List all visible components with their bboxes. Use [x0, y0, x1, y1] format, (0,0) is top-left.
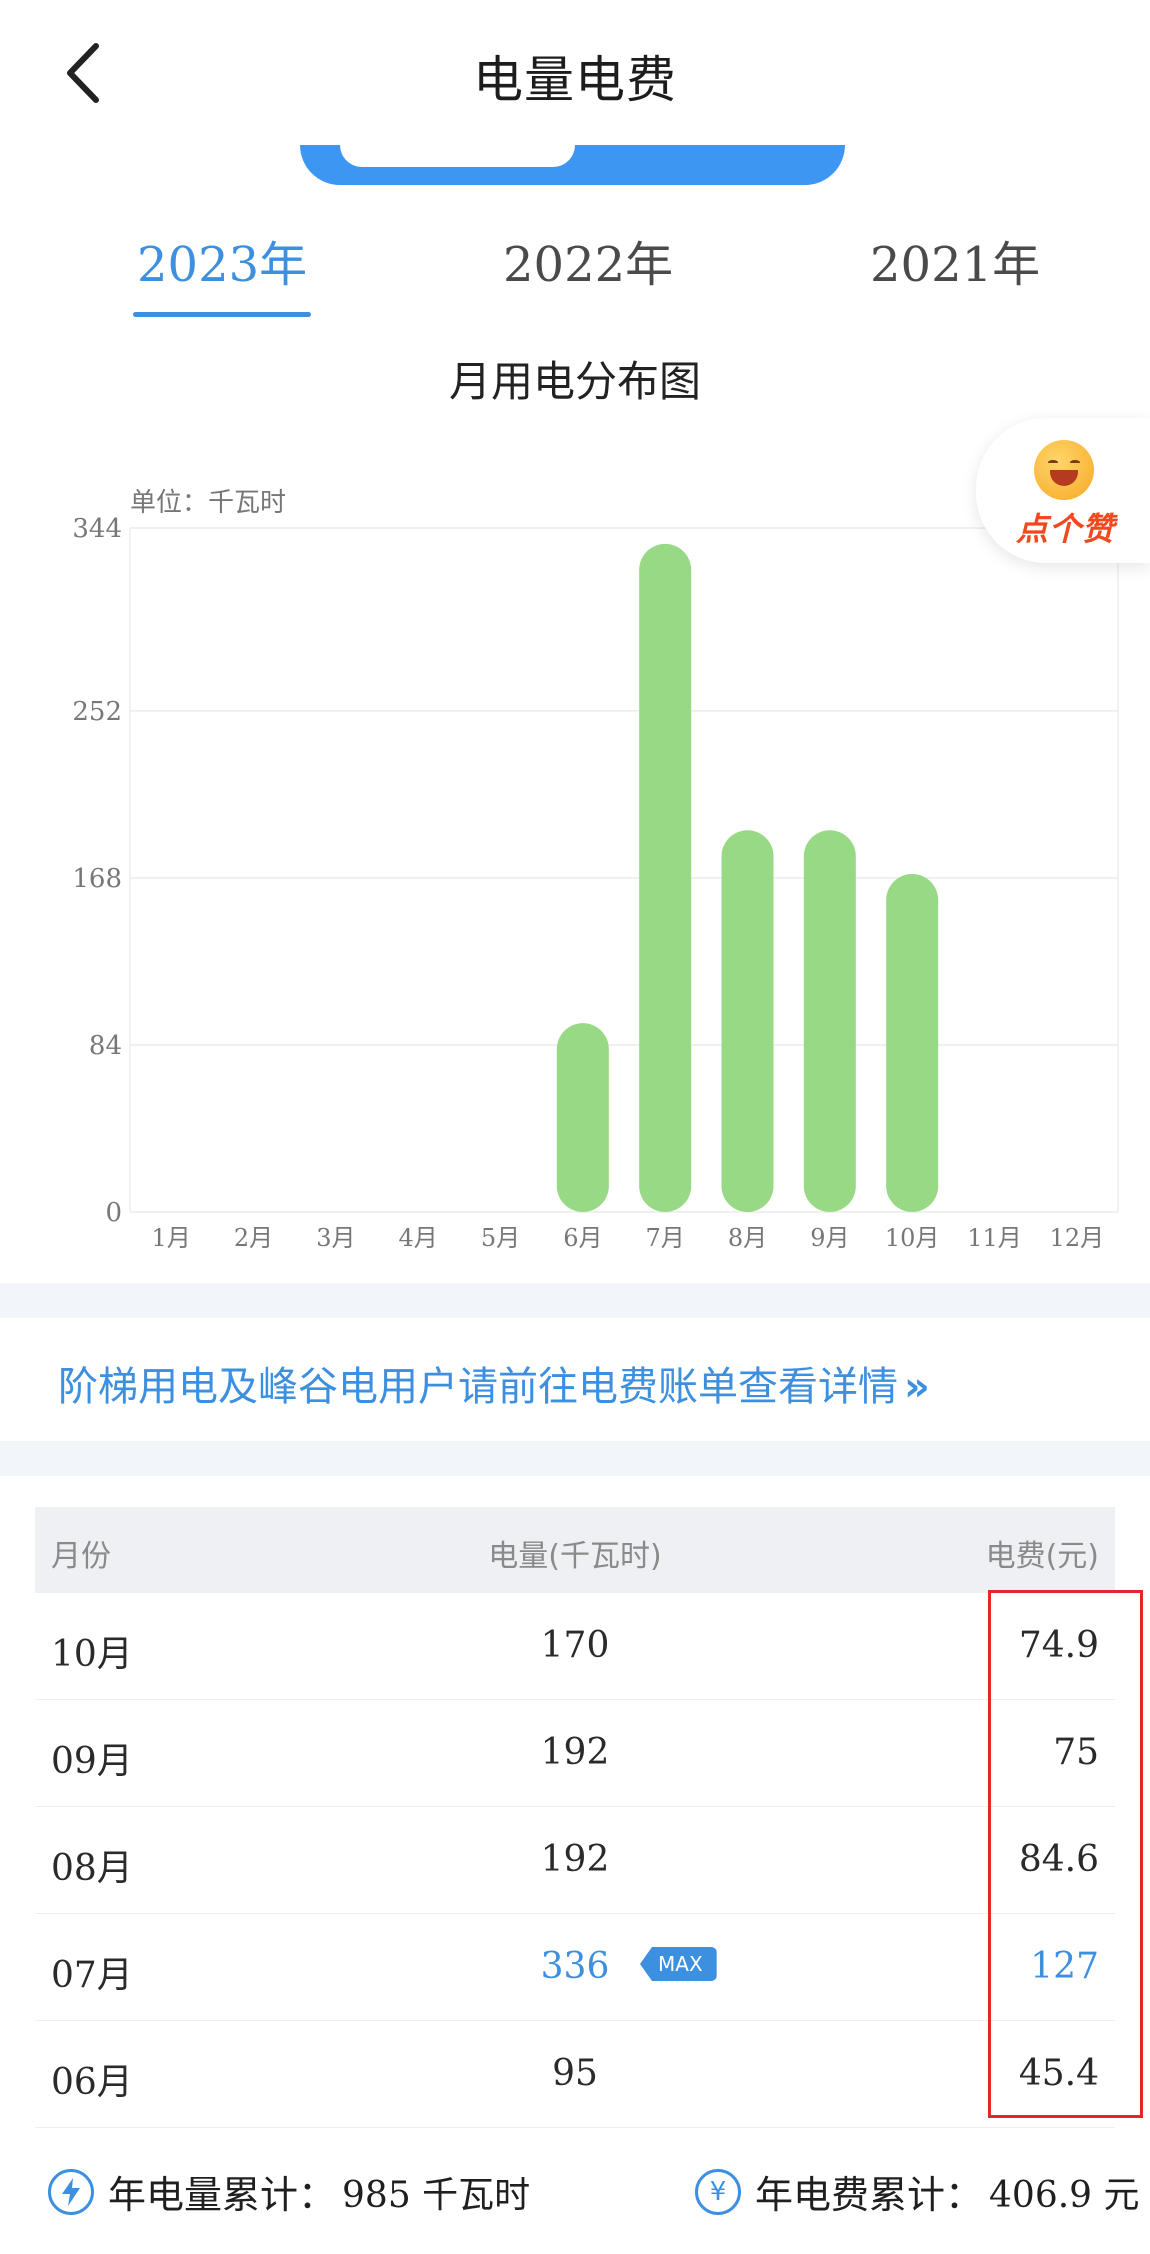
year-tabs: 2023年 2022年 2021年 [0, 215, 1150, 317]
monthly-usage-chart: 单位：千瓦时 0 84 168 252 344 1月 2月 3月 4月 5月 6月 7月 8月 9月 10月… [0, 470, 1150, 1290]
table-row: 07月 336 127 MAX [35, 1914, 1115, 2021]
y-tick-label: 168 [72, 864, 122, 894]
y-tick-label: 84 [89, 1031, 122, 1061]
notice-text: 阶梯用电及峰谷电用户请前往电费账单查看详情 [58, 1364, 898, 1410]
y-tick-label: 0 [105, 1198, 122, 1228]
bar-chart: 0 84 168 252 344 1月 2月 3月 4月 5月 6月 7月 8月 9月 10月 11月 12月 [72, 514, 1119, 1252]
row-kwh: 170 [540, 1625, 610, 1666]
bar-9月 [803, 830, 856, 1212]
like-label: 点个赞 [1016, 510, 1116, 548]
table-body: 10月 170 74.9 09月 192 75 08月 192 84.6 07月 336 127 MAX… [35, 1593, 1115, 2128]
divider [0, 1283, 1150, 1318]
annual-fee: ¥ 年电费累计： 406.9 元 [695, 2164, 1140, 2219]
x-tick-label: 5月 [481, 1224, 520, 1252]
annual-kwh-value: 985 千瓦时 [342, 2174, 531, 2216]
y-tick-label: 344 [72, 514, 122, 544]
smiley-icon [1034, 440, 1094, 500]
bar-6月 [556, 1023, 609, 1212]
top-bar: 电量电费 [0, 0, 1150, 145]
page-title: 电量电费 [473, 51, 677, 109]
double-chevron-right-icon: » [904, 1364, 930, 1410]
x-tick-label: 2月 [234, 1224, 273, 1252]
notice-bar: 阶梯用电及峰谷电用户请前往电费账单查看详情» [0, 1318, 1150, 1441]
row-kwh: 95 [552, 2053, 598, 2094]
row-kwh: 336 [540, 1946, 610, 1987]
annual-summary: 年电量累计： 985 千瓦时 ¥ 年电费累计： 406.9 元 [0, 2150, 1150, 2230]
annual-fee-label: 年电费累计： [755, 2173, 984, 2217]
max-badge: MAX [640, 1947, 717, 1981]
x-tick-label: 12月 [1050, 1224, 1105, 1252]
table-row: 08月 192 84.6 [35, 1807, 1115, 1914]
bar-10月 [886, 873, 939, 1212]
x-tick-label: 11月 [967, 1224, 1022, 1252]
tab-2021[interactable]: 2021年 [870, 225, 1040, 295]
tab-2022[interactable]: 2022年 [503, 225, 673, 295]
x-tick-label: 6月 [563, 1224, 602, 1252]
yen-icon: ¥ [695, 2168, 741, 2215]
x-tick-label: 4月 [399, 1224, 438, 1252]
row-kwh: 192 [540, 1732, 610, 1773]
table-row: 10月 170 74.9 [35, 1593, 1115, 1700]
row-kwh: 192 [540, 1839, 610, 1880]
divider [0, 1441, 1150, 1476]
plot-frame [129, 527, 1119, 1213]
x-tick-label: 9月 [810, 1224, 849, 1252]
x-tick-label: 1月 [152, 1224, 191, 1252]
x-tick-label: 3月 [316, 1224, 355, 1252]
tab-2023[interactable]: 2023年 [132, 225, 312, 317]
x-tick-label: 10月 [885, 1224, 940, 1252]
table-row: 06月 95 45.4 [35, 2021, 1115, 2128]
table-row: 09月 192 75 [35, 1700, 1115, 1807]
bill-details-link[interactable]: 阶梯用电及峰谷电用户请前往电费账单查看详情» [58, 1354, 930, 1412]
bar-7月 [639, 543, 692, 1212]
chart-title: 月用电分布图 [448, 357, 701, 406]
annotation-box [988, 1590, 1143, 2118]
header-kwh: 电量(千瓦时) [488, 1539, 662, 1574]
x-tick-label: 7月 [646, 1224, 685, 1252]
banner-edge [300, 145, 845, 185]
table-header: 月份 电量(千瓦时) 电费(元) [35, 1507, 1115, 1593]
annual-kwh-label: 年电量累计： [108, 2173, 337, 2217]
y-tick-label: 252 [72, 697, 122, 727]
lightning-icon [48, 2168, 94, 2215]
monthly-table: 月份 电量(千瓦时) 电费(元) 10月 170 74.9 09月 192 75 08月 19… [35, 1507, 1115, 2128]
bar-8月 [721, 830, 774, 1212]
header-fee: 电费(元) [985, 1539, 1099, 1574]
annual-kwh: 年电量累计： 985 千瓦时 [48, 2164, 530, 2219]
like-button[interactable]: 点个赞 [976, 418, 1150, 563]
x-tick-label: 8月 [728, 1224, 767, 1252]
annual-fee-value: 406.9 元 [989, 2174, 1140, 2216]
